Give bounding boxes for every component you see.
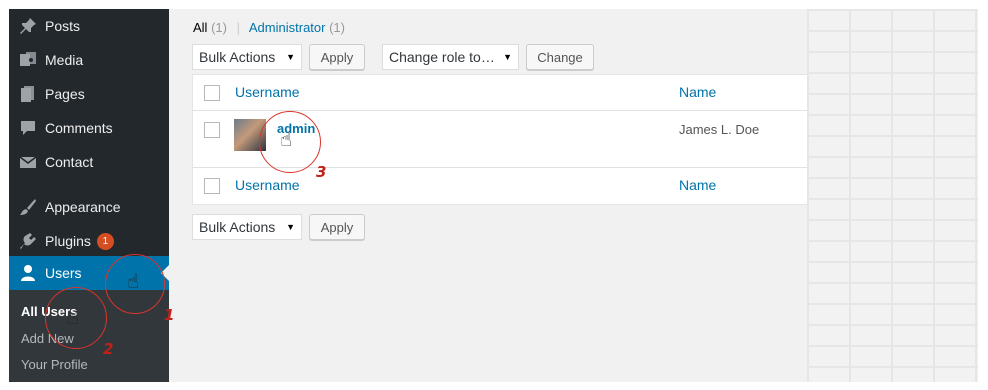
column-footer-name[interactable]: Name xyxy=(679,177,716,193)
submenu-your-profile[interactable]: Your Profile xyxy=(21,357,88,372)
apply-button[interactable]: Apply xyxy=(309,44,365,70)
column-footer-username[interactable]: Username xyxy=(235,177,300,193)
select-all-checkbox[interactable] xyxy=(204,85,220,101)
update-count-badge: 1 xyxy=(96,232,114,250)
sidebar-item-plugins[interactable]: Plugins 1 xyxy=(9,224,169,258)
user-icon xyxy=(18,263,38,283)
select-all-checkbox-footer[interactable] xyxy=(204,178,220,194)
sidebar-item-media[interactable]: Media xyxy=(9,43,169,77)
bulk-actions-select-bottom[interactable]: Bulk Actions ▼ xyxy=(192,214,302,240)
sidebar-item-label: Contact xyxy=(45,154,94,170)
column-header-name[interactable]: Name xyxy=(679,84,716,100)
sidebar-item-label: Plugins xyxy=(45,233,91,249)
apply-button-bottom[interactable]: Apply xyxy=(309,214,365,240)
sidebar-item-pages[interactable]: Pages xyxy=(9,77,169,111)
sidebar-item-appearance[interactable]: Appearance xyxy=(9,190,169,224)
step-2-label: 2 xyxy=(103,340,114,358)
step-1-label: 1 xyxy=(164,306,175,324)
user-display-name: James L. Doe xyxy=(679,122,760,137)
bulk-actions-value: Bulk Actions xyxy=(199,219,276,235)
sidebar-item-label: Comments xyxy=(45,120,113,136)
filter-administrator-count: (1) xyxy=(329,20,345,35)
brick-wall-background xyxy=(807,9,978,382)
media-icon xyxy=(18,50,38,70)
role-filter-links: All (1) | Administrator (1) xyxy=(193,20,345,35)
change-role-select[interactable]: Change role to… ▼ xyxy=(382,44,519,70)
sidebar-item-label: Users xyxy=(45,265,82,281)
sidebar-item-contact[interactable]: Contact xyxy=(9,145,169,179)
hand-pointer-icon: ☝ xyxy=(127,271,140,293)
envelope-icon xyxy=(18,152,38,172)
pages-icon xyxy=(18,84,38,104)
bulk-actions-select[interactable]: Bulk Actions ▼ xyxy=(192,44,302,70)
sidebar-item-comments[interactable]: Comments xyxy=(9,111,169,145)
filter-all-count: (1) xyxy=(211,20,227,35)
sidebar-item-label: Posts xyxy=(45,18,81,34)
pin-icon xyxy=(18,16,38,36)
comment-icon xyxy=(18,118,38,138)
sidebar-item-label: Appearance xyxy=(45,199,121,215)
brush-icon xyxy=(18,197,38,217)
dropdown-caret-icon: ▼ xyxy=(286,52,295,62)
filter-separator: | xyxy=(236,20,240,35)
sidebar-item-label: Media xyxy=(45,52,84,68)
hand-pointer-icon: ☝ xyxy=(280,129,293,151)
plug-icon xyxy=(18,231,38,251)
change-role-value: Change role to… xyxy=(389,49,495,65)
hand-pointer-icon: ☝ xyxy=(67,307,80,329)
sidebar-item-label: Pages xyxy=(45,86,85,102)
filter-administrator-link[interactable]: Administrator xyxy=(249,20,326,35)
dropdown-caret-icon: ▼ xyxy=(286,222,295,232)
step-3-label: 3 xyxy=(316,163,327,181)
filter-all-link[interactable]: All xyxy=(193,20,207,35)
users-list-panel: All (1) | Administrator (1) Bulk Actions… xyxy=(169,9,808,382)
bulk-actions-value: Bulk Actions xyxy=(199,49,276,65)
column-header-username[interactable]: Username xyxy=(235,84,300,100)
sidebar-item-posts[interactable]: Posts xyxy=(9,9,169,43)
row-checkbox[interactable] xyxy=(204,122,220,138)
dropdown-caret-icon: ▼ xyxy=(503,52,512,62)
change-role-button[interactable]: Change xyxy=(526,44,594,70)
